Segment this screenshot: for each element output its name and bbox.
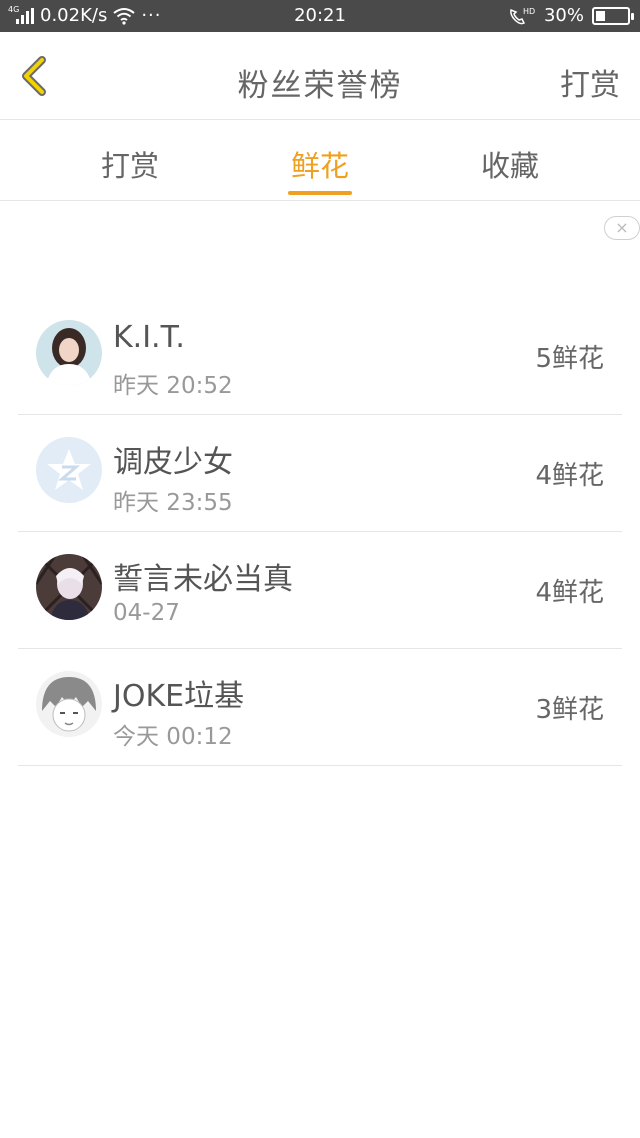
- tab-reward[interactable]: 打赏: [70, 143, 190, 185]
- list-item[interactable]: K.I.T. 昨天 20:52 5鲜花: [18, 298, 622, 415]
- flower-count: 4鲜花: [535, 578, 604, 608]
- fan-list: K.I.T. 昨天 20:52 5鲜花 调皮少女 昨天 23:55 4鲜花 誓言…: [18, 298, 622, 766]
- hd-call-icon: HD: [510, 7, 535, 24]
- nav-bar: 粉丝荣誉榜 打赏: [0, 32, 640, 120]
- battery-fill: [596, 10, 605, 21]
- fan-time: 04-27: [113, 600, 180, 626]
- list-item[interactable]: JOKE垃基 今天 00:12 3鲜花: [18, 649, 622, 766]
- battery-percent: 30%: [543, 5, 584, 26]
- avatar-image: [36, 671, 102, 737]
- avatar-image: [36, 554, 102, 620]
- page-title: 粉丝荣誉榜: [237, 68, 403, 104]
- fan-time: 昨天 23:55: [113, 490, 233, 516]
- tab-flowers[interactable]: 鲜花: [260, 143, 380, 185]
- active-tab-indicator: [288, 191, 352, 195]
- hd-badge: HD: [523, 7, 535, 16]
- fan-time: 昨天 20:52: [113, 373, 233, 399]
- avatar: [36, 320, 102, 386]
- reward-button[interactable]: 打赏: [560, 60, 620, 104]
- status-bar: 4G 0.02K/s ··· 20:21 HD 30%: [0, 0, 640, 32]
- tab-bar: 打赏 鲜花 收藏: [0, 121, 640, 201]
- flower-count: 5鲜花: [535, 344, 604, 374]
- fan-name: JOKE垃基: [113, 679, 245, 714]
- fan-time: 今天 00:12: [113, 724, 233, 750]
- status-right: HD 30%: [508, 5, 634, 26]
- fan-name: K.I.T.: [113, 320, 185, 355]
- tab-favorites[interactable]: 收藏: [450, 143, 570, 185]
- list-item[interactable]: 调皮少女 昨天 23:55 4鲜花: [18, 415, 622, 532]
- close-icon: ×: [615, 218, 629, 237]
- default-avatar-icon: [36, 437, 102, 503]
- avatar-image: [36, 320, 102, 386]
- avatar: [36, 671, 102, 737]
- flower-count: 4鲜花: [535, 461, 604, 491]
- avatar: [36, 554, 102, 620]
- battery-icon: [592, 6, 634, 25]
- flower-count: 3鲜花: [535, 695, 604, 725]
- avatar: [36, 437, 102, 503]
- list-item[interactable]: 誓言未必当真 04-27 4鲜花: [18, 532, 622, 649]
- fan-name: 调皮少女: [113, 445, 233, 480]
- fan-name: 誓言未必当真: [113, 562, 293, 597]
- ad-close-button[interactable]: ×: [604, 216, 640, 240]
